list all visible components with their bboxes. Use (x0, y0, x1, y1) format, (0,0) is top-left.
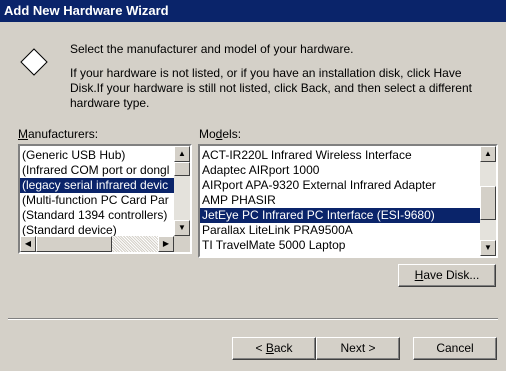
list-item[interactable]: (Multi-function PC Card Par (20, 193, 174, 208)
arrow-left-icon[interactable]: ◀ (20, 236, 36, 252)
separator (8, 318, 498, 320)
list-item[interactable]: (legacy serial infrared devic (20, 178, 174, 193)
arrow-up-icon[interactable]: ▲ (174, 146, 190, 162)
models-vertical-scrollbar[interactable]: ▲ ▼ (480, 146, 496, 256)
back-button[interactable]: < Back (232, 337, 316, 360)
list-item[interactable]: AIRport APA-9320 External Infrared Adapt… (200, 178, 480, 193)
manufacturers-vertical-scrollbar[interactable]: ▲ ▼ (174, 146, 190, 236)
cancel-button[interactable]: Cancel (413, 337, 497, 360)
list-item[interactable]: ACT-IR220L Infrared Wireless Interface (200, 148, 480, 163)
list-item[interactable]: (Infrared COM port or dongl (20, 163, 174, 178)
scroll-corner (174, 236, 190, 252)
arrow-up-icon[interactable]: ▲ (480, 146, 496, 162)
arrow-down-icon[interactable]: ▼ (480, 240, 496, 256)
manufacturers-horizontal-scrollbar[interactable]: ◀ ▶ (20, 236, 174, 252)
manufacturers-listbox[interactable]: (Generic USB Hub) (Infrared COM port or d… (18, 144, 192, 254)
arrow-down-icon[interactable]: ▼ (174, 220, 190, 236)
instruction-line-2: If your hardware is not listed, or if yo… (70, 66, 472, 110)
next-button[interactable]: Next > (316, 337, 400, 360)
list-item[interactable]: Adaptec AIRport 1000 (200, 163, 480, 178)
scroll-thumb[interactable] (174, 162, 190, 176)
list-item[interactable]: Parallax LiteLink PRA9500A (200, 223, 480, 238)
window-title: Add New Hardware Wizard (0, 0, 506, 22)
have-disk-button[interactable]: Have Disk... (398, 264, 496, 287)
list-item[interactable]: (Standard device) (20, 223, 174, 236)
models-label: Models: (199, 127, 242, 141)
diamond-icon (20, 48, 48, 76)
arrow-right-icon[interactable]: ▶ (158, 236, 174, 252)
scroll-thumb[interactable] (36, 236, 112, 252)
list-item[interactable]: (Standard 1394 controllers) (20, 208, 174, 223)
list-item[interactable]: TI TravelMate 5000 Laptop (200, 238, 480, 253)
manufacturers-label: Manufacturers: (18, 127, 99, 141)
instruction-line-1: Select the manufacturer and model of you… (70, 42, 354, 56)
models-listbox[interactable]: ACT-IR220L Infrared Wireless Interface Ad… (198, 144, 498, 258)
list-item[interactable]: AMP PHASIR (200, 193, 480, 208)
instructions: Select the manufacturer and model of you… (70, 42, 485, 120)
list-item[interactable]: JetEye PC Infrared PC Interface (ESI-968… (200, 208, 480, 223)
list-item[interactable]: (Generic USB Hub) (20, 148, 174, 163)
scroll-thumb[interactable] (480, 186, 496, 220)
